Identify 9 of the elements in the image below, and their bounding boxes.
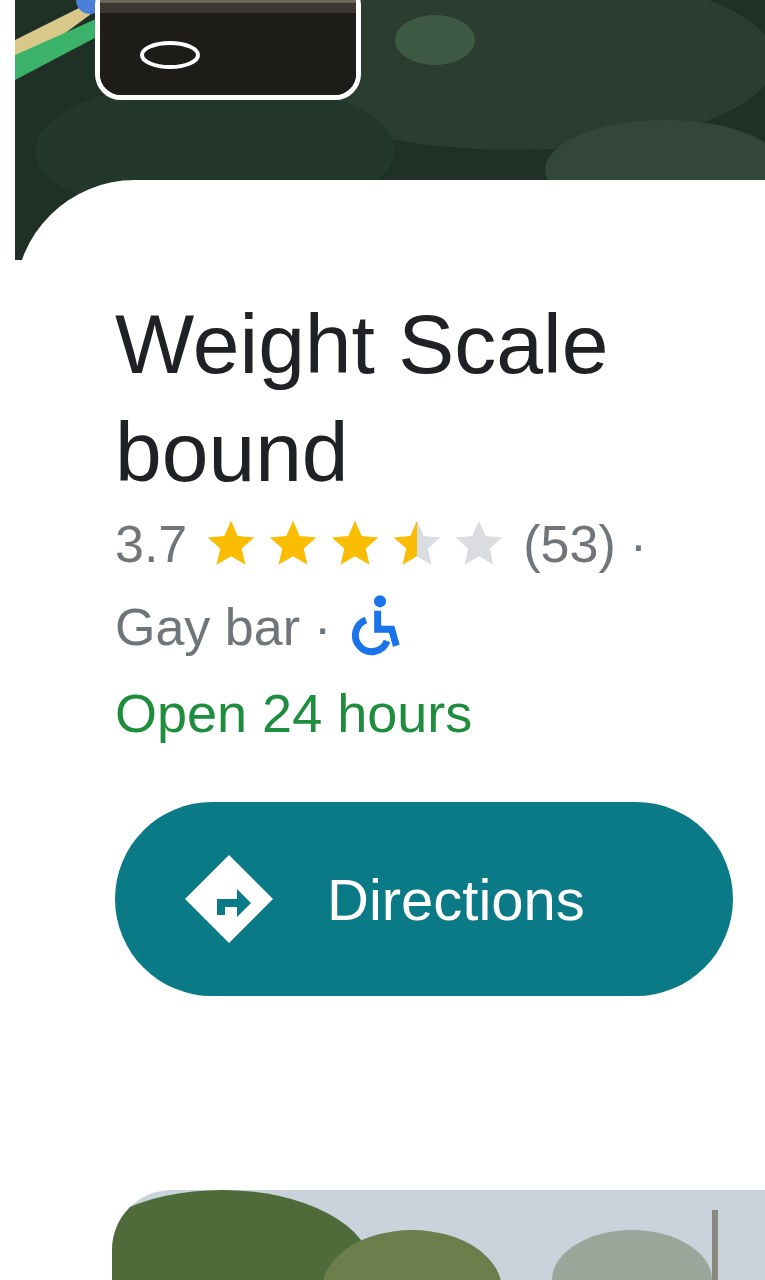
opening-hours: Open 24 hours: [115, 682, 474, 744]
separator-dot: ·: [629, 514, 648, 574]
category-label: Gay bar: [115, 597, 300, 657]
place-title: Weight Scale: [115, 296, 610, 393]
directions-button[interactable]: Directions: [115, 802, 733, 996]
rating-value: 3.7: [115, 514, 188, 574]
review-count[interactable]: (53): [523, 514, 616, 574]
place-title: bound: [115, 404, 350, 501]
separator-dot: ·: [314, 597, 332, 657]
